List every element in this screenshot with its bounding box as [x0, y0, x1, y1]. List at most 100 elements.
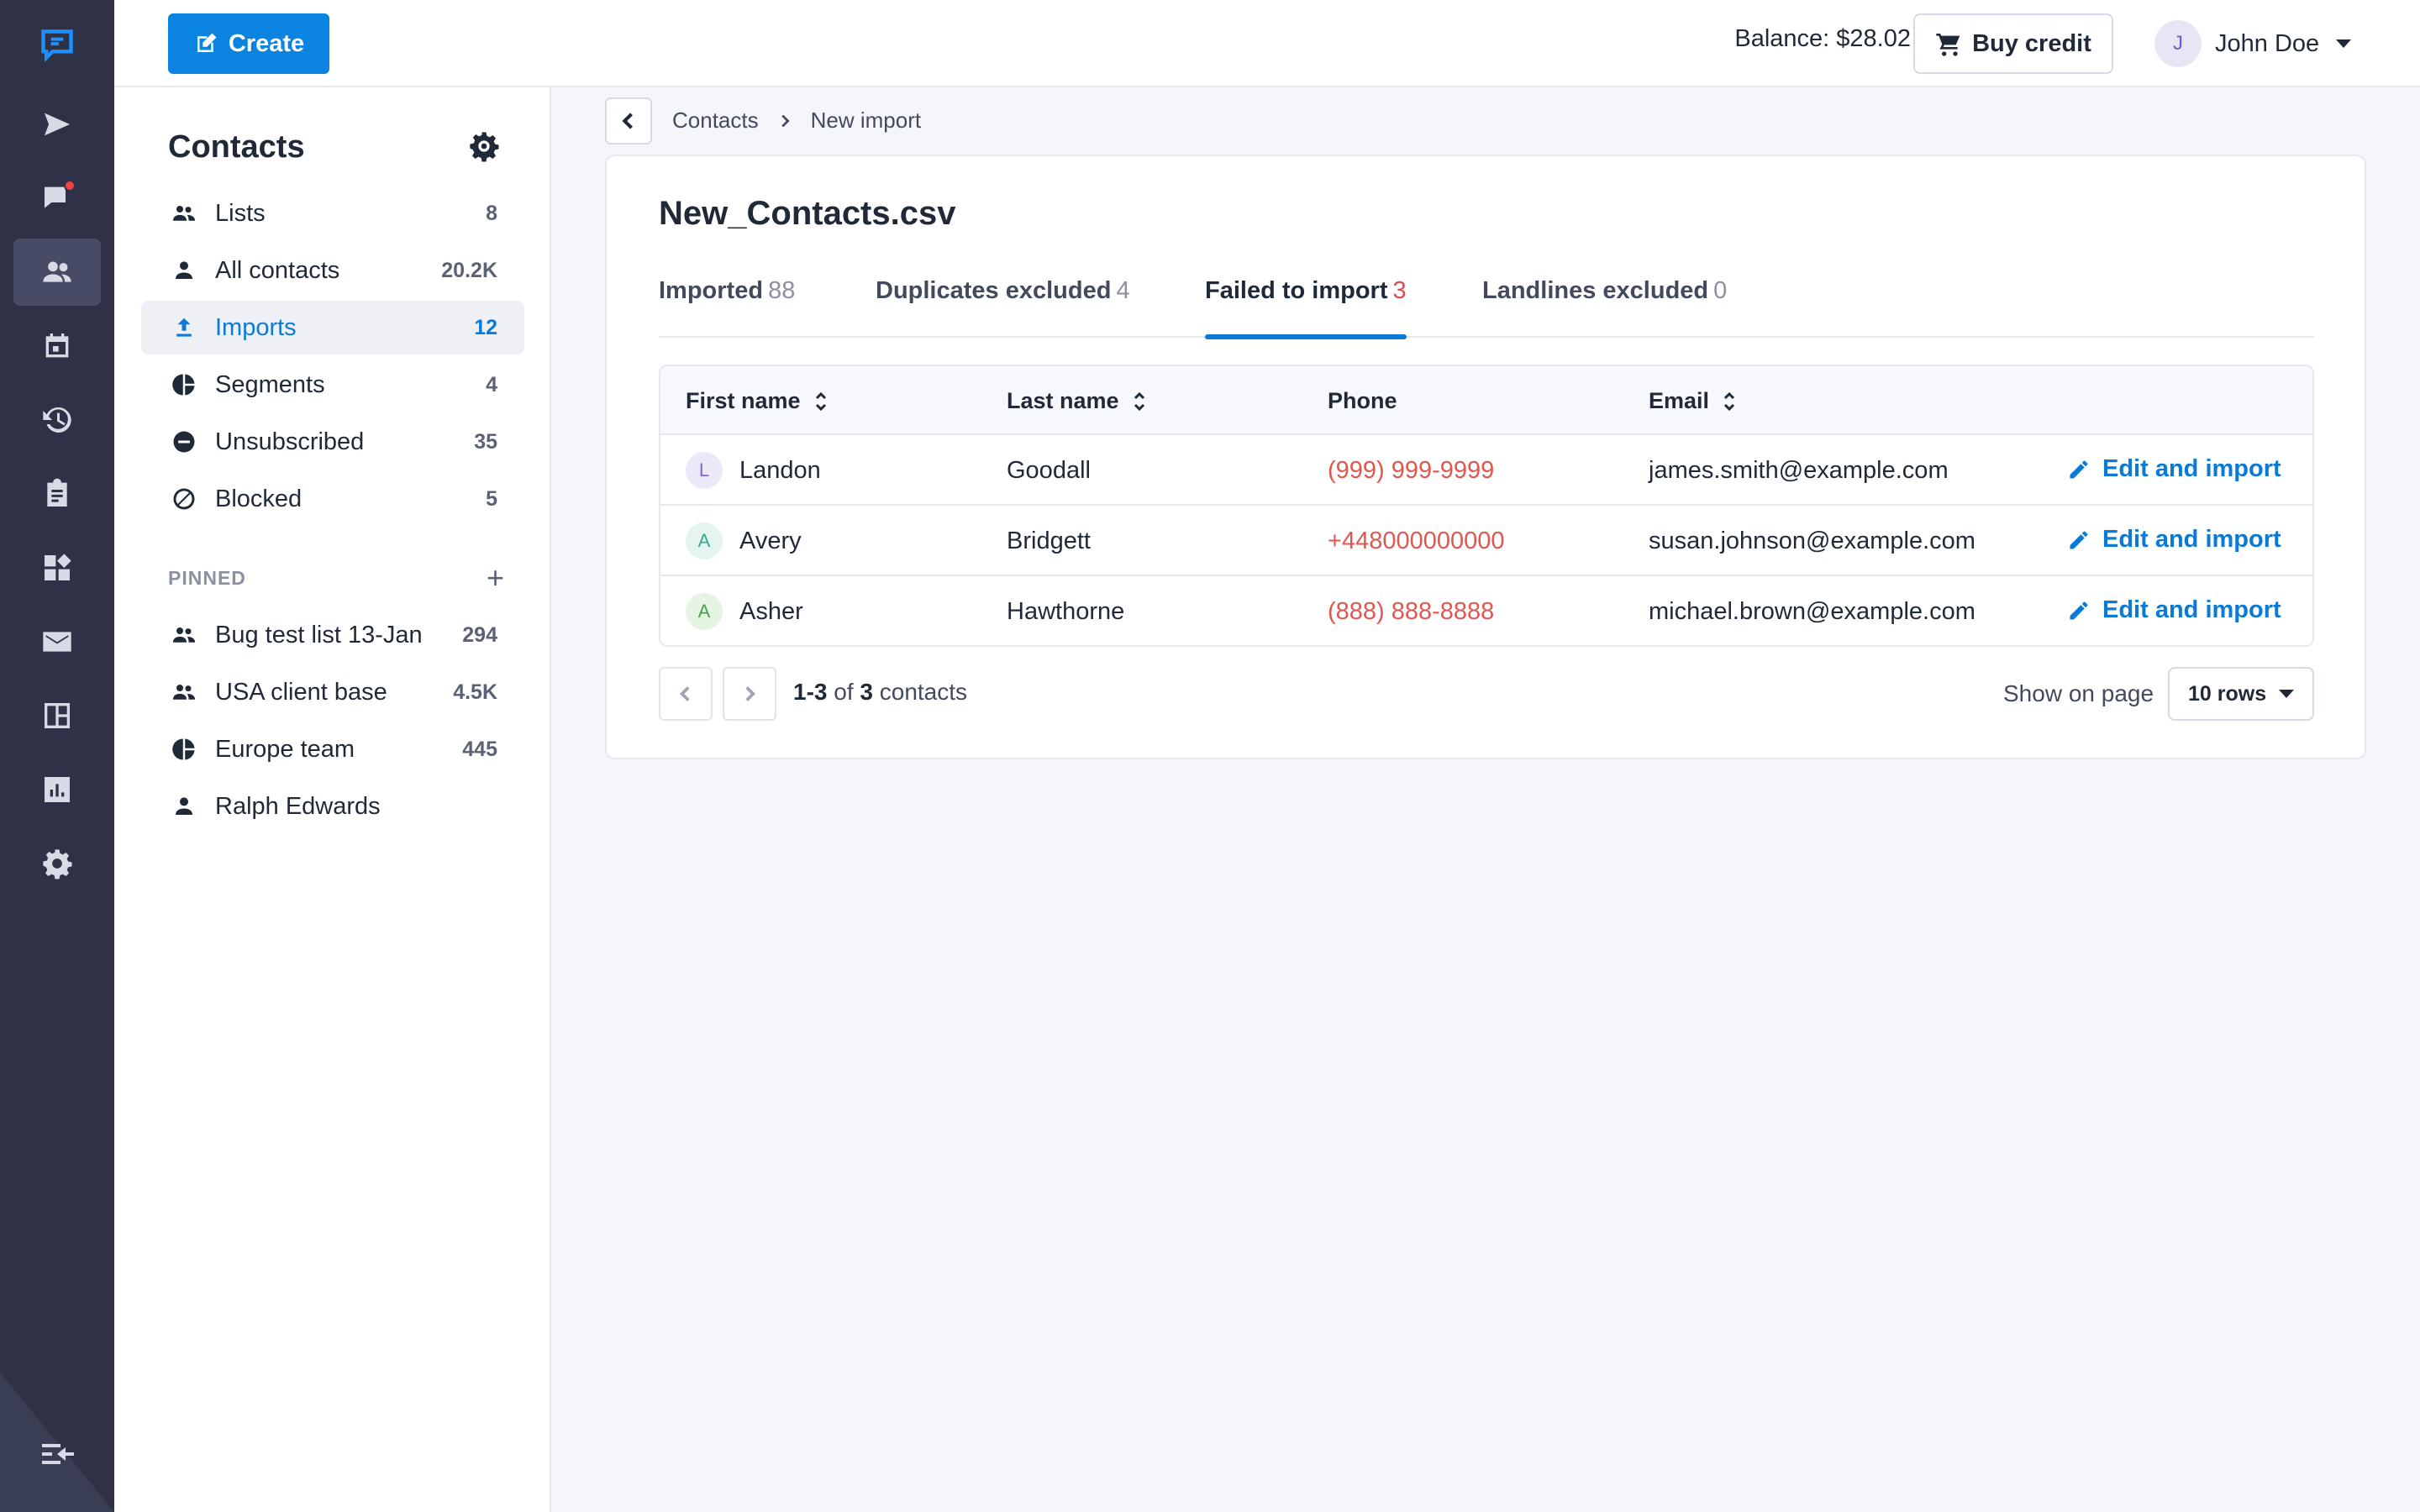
app-logo-icon[interactable] [34, 22, 81, 69]
tab-label: Duplicates excluded [876, 277, 1112, 304]
user-menu[interactable]: J John Doe [2154, 20, 2352, 67]
tab-count: 4 [1116, 277, 1130, 304]
page-unit: contacts [879, 679, 968, 705]
column-first-name[interactable]: First name [686, 388, 829, 414]
notification-dot [64, 180, 76, 192]
sidebar-item-imports[interactable]: Imports 12 [141, 301, 524, 354]
table-row: A Avery Bridgett +448000000000 susan.joh… [660, 506, 2312, 576]
chevron-left-icon [622, 113, 633, 129]
breadcrumb-current: New import [810, 108, 922, 133]
table-row: A Asher Hawthorne (888) 888-8888 michael… [660, 576, 2312, 645]
page-range: 1-3 [793, 679, 828, 705]
rail-contacts-icon[interactable] [13, 239, 101, 306]
phone-cell: +448000000000 [1328, 528, 1505, 554]
sidebar-item-label: Lists [215, 199, 266, 227]
rail-board-icon[interactable] [13, 682, 101, 749]
pinned-item-ralph-edwards[interactable]: Ralph Edwards [141, 780, 524, 833]
column-label: Phone [1328, 388, 1397, 413]
breadcrumb-contacts-link[interactable]: Contacts [672, 108, 759, 134]
sidebar-item-label: Imports [215, 313, 297, 341]
person-icon [176, 797, 192, 815]
pinned-header: PINNED + [168, 563, 504, 593]
rail-email-icon[interactable] [13, 608, 101, 675]
show-on-page-label: Show on page [2003, 680, 2154, 706]
pinned-item-count: 294 [462, 622, 497, 647]
edit-and-import-label: Edit and import [2102, 526, 2281, 553]
phone-cell: (888) 888-8888 [1328, 598, 1495, 625]
person-icon [176, 261, 192, 279]
pinned-item-bug-test-list[interactable]: Bug test list 13-Jan 294 [141, 608, 524, 662]
block-icon [173, 488, 195, 510]
next-page-button[interactable] [723, 667, 776, 721]
sidebar-item-lists[interactable]: Lists 8 [141, 186, 524, 240]
rail-history-icon[interactable] [13, 386, 101, 454]
sidebar-item-label: Segments [215, 370, 325, 398]
sidebar-item-all-contacts[interactable]: All contacts 20.2K [141, 244, 524, 297]
column-label: Email [1649, 388, 1710, 413]
rail-widgets-icon[interactable] [13, 534, 101, 601]
sidebar-item-segments[interactable]: Segments 4 [141, 358, 524, 412]
sort-icon [1134, 391, 1144, 411]
balance-text: Balance: $28.02 [1734, 25, 1911, 52]
sidebar-settings-gear-icon[interactable] [467, 129, 501, 163]
sidebar-item-unsubscribed[interactable]: Unsubscribed 35 [141, 415, 524, 469]
sidebar-item-label: Unsubscribed [215, 428, 365, 455]
pinned-item-usa-client-base[interactable]: USA client base 4.5K [141, 665, 524, 719]
back-button[interactable] [605, 97, 652, 144]
page-title: New_Contacts.csv [659, 195, 956, 232]
chevron-down-icon [2279, 690, 2294, 698]
rail-chat-icon[interactable] [13, 165, 101, 232]
column-last-name[interactable]: Last name [1007, 388, 1148, 414]
tab-failed-to-import[interactable]: Failed to import 3 [1205, 277, 1407, 339]
pinned-item-label: Ralph Edwards [215, 792, 381, 820]
buy-credit-button[interactable]: Buy credit [1913, 13, 2113, 74]
pinned-item-count: 445 [462, 737, 497, 761]
edit-and-import-button[interactable]: Edit and import [2067, 526, 2281, 554]
column-email[interactable]: Email [1649, 388, 1738, 414]
pencil-icon [2070, 531, 2088, 549]
sidebar-item-count: 12 [474, 315, 497, 339]
tab-count: 88 [768, 277, 796, 304]
user-name: John Doe [2215, 29, 2320, 57]
add-pinned-plus-icon[interactable]: + [487, 563, 504, 593]
chevron-down-icon [2336, 39, 2352, 48]
sidebar-item-count: 5 [486, 486, 497, 511]
tab-label: Imported [659, 277, 764, 304]
rail-calendar-icon[interactable] [13, 312, 101, 380]
contact-avatar: A [686, 593, 723, 630]
edit-and-import-button[interactable]: Edit and import [2067, 596, 2281, 624]
pagination-info: 1-3 of 3 contacts [793, 679, 967, 706]
collapse-rail-icon[interactable] [37, 1434, 77, 1478]
pinned-item-label: Bug test list 13-Jan [215, 621, 423, 648]
tab-duplicates-excluded[interactable]: Duplicates excluded 4 [876, 277, 1130, 338]
first-name-cell: Asher [739, 598, 803, 625]
rail-analytics-icon[interactable] [13, 756, 101, 823]
create-button[interactable]: Create [168, 13, 329, 74]
edit-square-icon [197, 33, 217, 52]
chevron-right-icon [745, 686, 756, 701]
sidebar-item-blocked[interactable]: Blocked 5 [141, 472, 524, 526]
edit-and-import-label: Edit and import [2102, 455, 2281, 482]
last-name-cell: Goodall [1007, 457, 1091, 484]
pinned-item-europe-team[interactable]: Europe team 445 [141, 722, 524, 776]
rail-send-icon[interactable] [13, 91, 101, 158]
sidebar-item-count: 35 [474, 429, 497, 454]
tab-imported[interactable]: Imported 88 [659, 277, 795, 338]
edit-and-import-button[interactable]: Edit and import [2067, 455, 2281, 483]
sort-icon [815, 391, 826, 411]
email-cell: susan.johnson@example.com [1649, 528, 1975, 554]
group-icon [172, 685, 196, 700]
buy-credit-label: Buy credit [1972, 29, 2091, 57]
rows-per-page-select[interactable]: 10 rows [2168, 667, 2314, 721]
contact-avatar: L [686, 452, 723, 489]
tab-label: Failed to import [1205, 277, 1388, 304]
pencil-icon [2070, 601, 2088, 619]
email-cell: james.smith@example.com [1649, 457, 1949, 484]
rail-settings-icon[interactable] [13, 830, 101, 897]
pinned-item-label: Europe team [215, 735, 355, 763]
pinned-item-label: USA client base [215, 678, 387, 706]
rail-clipboard-icon[interactable] [13, 460, 101, 528]
prev-page-button[interactable] [659, 667, 713, 721]
tab-landlines-excluded[interactable]: Landlines excluded 0 [1482, 277, 1727, 338]
failed-contacts-table: First name Last name Phone Email L Lando… [659, 365, 2314, 647]
